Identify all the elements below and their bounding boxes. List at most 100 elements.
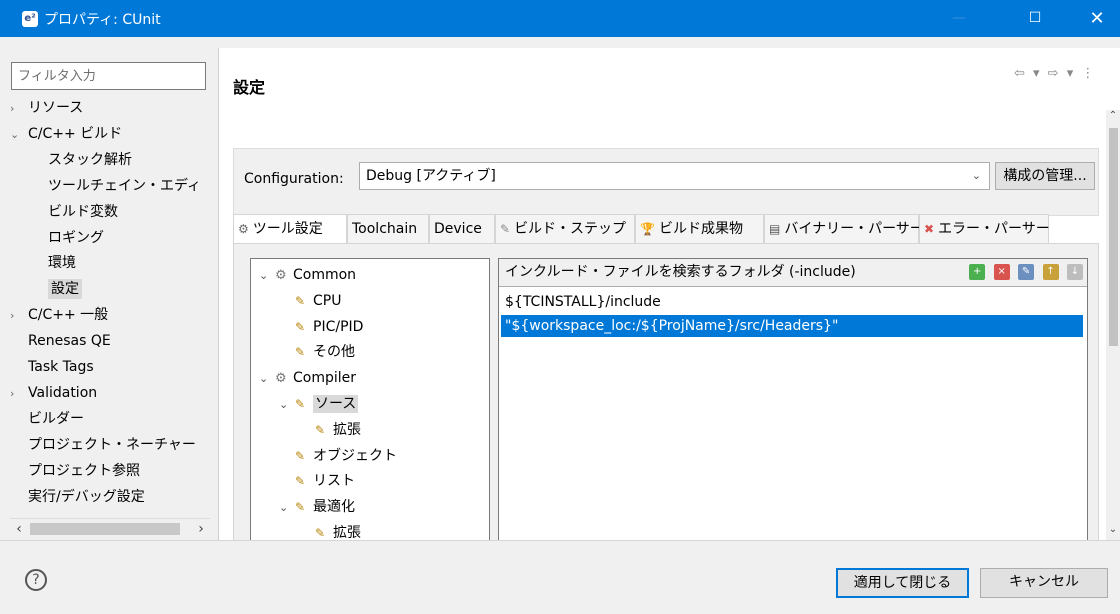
scroll-thumb[interactable] — [30, 523, 180, 535]
tab[interactable]: ▤ バイナリー・パーサー — [764, 214, 924, 244]
nav-item[interactable]: プロジェクト参照 — [10, 459, 140, 484]
button-bar: ? 適用して閉じる キャンセル — [0, 540, 1120, 614]
scroll-left-icon[interactable]: ‹ — [10, 519, 28, 539]
nav-item[interactable]: › Validation — [10, 381, 97, 406]
tool-tree-item[interactable]: ✎ 拡張 — [315, 418, 361, 443]
chevron-down-icon[interactable]: ⌄ — [259, 263, 275, 288]
tab-icon: ✎ — [500, 222, 511, 236]
tab[interactable]: ⚙ ツール設定 — [233, 214, 347, 245]
scroll-right-icon[interactable]: › — [192, 519, 210, 539]
nav-item[interactable]: 環境 — [48, 251, 76, 276]
tab-label: エラー・パーサー — [938, 221, 1050, 237]
nav-item[interactable]: ツールチェイン・エディ — [48, 174, 201, 199]
filter-input[interactable] — [11, 62, 206, 90]
nav-item-label: Validation — [28, 384, 98, 401]
tool-icon: ✎ — [295, 319, 306, 334]
tool-tree-item[interactable]: ⌄ ⚙ Common — [259, 263, 356, 288]
chevron-right-icon[interactable]: › — [10, 303, 28, 328]
tab[interactable]: Device — [429, 214, 495, 244]
scroll-up-icon[interactable]: ⌃ — [1106, 110, 1120, 124]
nav-item[interactable]: ロギング — [48, 226, 104, 251]
tool-icon: ✎ — [315, 422, 326, 437]
title-bar: e² プロパティ: CUnit — ☐ ✕ — [0, 0, 1120, 37]
tool-tree-item[interactable]: ⌄ ⚙ Compiler — [259, 366, 356, 391]
nav-item[interactable]: Renesas QE — [10, 329, 111, 354]
nav-item-label: Task Tags — [28, 359, 94, 375]
close-button[interactable]: ✕ — [1074, 0, 1120, 37]
cancel-button[interactable]: キャンセル — [980, 568, 1108, 598]
nav-item-label: 環境 — [48, 255, 76, 272]
include-row[interactable]: "${workspace_loc:/${ProjName}/src/Header… — [501, 315, 1083, 337]
move-down-icon[interactable]: ↓ — [1067, 264, 1083, 280]
nav-item[interactable]: Task Tags — [10, 355, 94, 380]
nav-item[interactable]: プロジェクト・ネーチャー — [10, 433, 196, 458]
nav-item-label: ロギング — [48, 229, 104, 246]
tab[interactable]: Toolchain — [347, 214, 429, 244]
nav-item[interactable]: ビルド変数 — [48, 200, 118, 225]
tool-tree-item[interactable]: ⌄ ✎ 最適化 — [279, 495, 355, 520]
nav-item-label: ビルダー — [28, 410, 84, 427]
tool-tree-item[interactable]: ✎ オブジェクト — [295, 444, 397, 469]
tab-label: Toolchain — [352, 221, 418, 237]
tool-tree-item[interactable]: ✎ 拡張 — [315, 521, 361, 540]
tab-label: ビルド成果物 — [658, 221, 743, 237]
tool-tree-label: CPU — [313, 292, 342, 309]
nav-item[interactable]: ⌄ C/C++ ビルド — [10, 122, 122, 147]
tool-tree-label: リスト — [313, 473, 355, 490]
chevron-right-icon[interactable]: › — [10, 381, 28, 406]
main-vertical-scrollbar[interactable]: ⌃ ⌄ — [1106, 110, 1120, 540]
maximize-button[interactable]: ☐ — [1012, 0, 1058, 37]
edit-icon[interactable]: ✎ — [1018, 264, 1035, 280]
settings-panel: Configuration: Debug [アクティブ] ⌄ 構成の管理... … — [219, 110, 1106, 540]
history-nav-icon[interactable]: ⇦ ▾ ⇨ ▾ ⋮ — [1014, 66, 1096, 81]
tab[interactable]: 🏆 ビルド成果物 — [635, 214, 764, 244]
configuration-select[interactable]: Debug [アクティブ] ⌄ — [359, 162, 990, 190]
tab-icon: ⚙ — [238, 222, 249, 236]
nav-item[interactable]: › リソース — [10, 96, 83, 121]
chevron-right-icon[interactable]: › — [10, 96, 28, 121]
tool-tree-item[interactable]: ✎ その他 — [295, 340, 355, 365]
tool-tree-item[interactable]: ✎ PIC/PID — [295, 315, 363, 340]
chevron-down-icon[interactable]: ⌄ — [279, 495, 295, 520]
nav-horizontal-scrollbar[interactable]: ‹ › — [10, 518, 210, 538]
delete-icon[interactable]: × — [993, 264, 1010, 280]
nav-item[interactable]: 実行/デバッグ設定 — [10, 485, 145, 510]
nav-item[interactable]: ビルダー — [10, 407, 84, 432]
tab[interactable]: ✖ エラー・パーサー — [919, 214, 1050, 244]
nav-item-label: スタック解析 — [48, 151, 132, 168]
include-toolbar: + × ✎ ↑ ↓ — [965, 259, 1083, 287]
include-row[interactable]: ${TCINSTALL}/include — [501, 291, 1083, 313]
nav-tree: › リソース ⌄ C/C++ ビルドスタック解析ツールチェイン・エディ ビルド変数ロギン… — [10, 96, 210, 516]
nav-item[interactable]: 設定 — [48, 277, 82, 302]
tool-tree-label: 最適化 — [313, 499, 355, 516]
apply-and-close-button[interactable]: 適用して閉じる — [836, 568, 969, 598]
tool-tree-label: オブジェクト — [313, 447, 397, 464]
include-folders-panel: インクルード・ファイルを検索するフォルダ (-include) + × ✎ ↑ … — [498, 258, 1088, 540]
manage-configurations-button[interactable]: 構成の管理... — [995, 162, 1095, 190]
tab-icon: ✖ — [924, 222, 935, 236]
nav-item-label: Renesas QE — [28, 333, 111, 350]
chevron-down-icon[interactable]: ⌄ — [259, 366, 275, 391]
tool-icon: ✎ — [295, 448, 306, 463]
nav-item[interactable]: スタック解析 — [48, 148, 132, 173]
tool-tree-item[interactable]: ✎ リスト — [295, 469, 355, 494]
nav-item[interactable]: › C/C++ 一般 — [10, 303, 108, 328]
add-icon[interactable]: + — [969, 264, 986, 280]
move-up-icon[interactable]: ↑ — [1042, 264, 1059, 280]
nav-item-label: 設定 — [48, 279, 82, 300]
chevron-down-icon[interactable]: ⌄ — [10, 122, 28, 147]
scroll-down-icon[interactable]: ⌄ — [1106, 524, 1120, 538]
tool-tree-label: Common — [293, 267, 357, 283]
tool-tree-item[interactable]: ✎ CPU — [295, 289, 341, 314]
help-icon[interactable]: ? — [25, 569, 47, 591]
scroll-thumb[interactable] — [1109, 128, 1118, 346]
tool-tree-item[interactable]: ⌄ ✎ ソース — [279, 392, 359, 417]
configuration-value: Debug [アクティブ] — [366, 168, 496, 184]
chevron-down-icon[interactable]: ⌄ — [279, 392, 295, 417]
tool-tree-label: Compiler — [293, 370, 357, 387]
tool-tree-label: その他 — [313, 344, 355, 361]
gear-icon: ⚙ — [275, 268, 287, 283]
tool-tree-label: ソース — [313, 395, 359, 413]
tab[interactable]: ✎ ビルド・ステップ — [495, 214, 635, 244]
minimize-button[interactable]: — — [936, 0, 982, 37]
